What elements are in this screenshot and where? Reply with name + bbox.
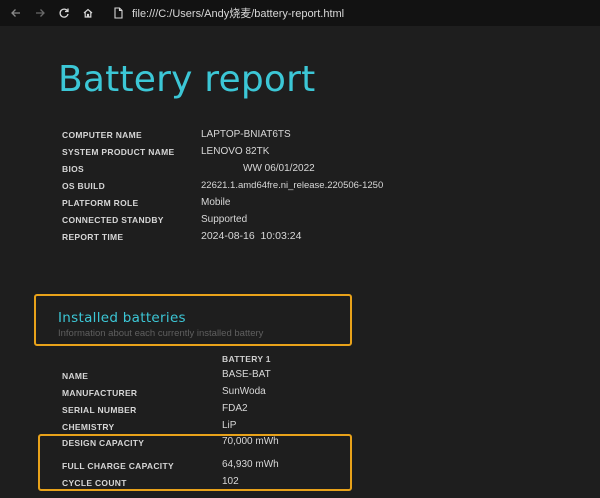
- section-title-installed-batteries: Installed batteries: [58, 310, 186, 326]
- home-icon: [83, 8, 93, 18]
- report-page: Battery report COMPUTER NAME LAPTOP-BNIA…: [0, 26, 600, 498]
- value-cycle-count: 102: [222, 476, 239, 487]
- address-bar[interactable]: file:///C:/Users/Andy烧麦/battery-report.h…: [132, 5, 344, 21]
- forward-arrow-icon: [36, 9, 45, 17]
- value-name: BASE-BAT: [222, 369, 271, 380]
- value-full-charge-capacity: 64,930 mWh: [222, 459, 279, 470]
- value-system-product-name: LENOVO 82TK: [201, 146, 270, 157]
- label-connected-standby: CONNECTED STANDBY: [62, 215, 164, 225]
- value-manufacturer: SunWoda: [222, 386, 266, 397]
- value-computer-name: LAPTOP-BNIAT6TS: [201, 129, 291, 140]
- value-connected-standby: Supported: [201, 214, 248, 225]
- label-serial-number: SERIAL NUMBER: [62, 405, 137, 415]
- reload-icon: [59, 8, 69, 18]
- label-cycle-count: CYCLE COUNT: [62, 478, 127, 488]
- label-os-build: OS BUILD: [62, 181, 106, 191]
- label-report-time: REPORT TIME: [62, 232, 124, 242]
- back-arrow-icon: [11, 9, 20, 17]
- label-platform-role: PLATFORM ROLE: [62, 198, 139, 208]
- label-name: NAME: [62, 371, 89, 381]
- label-manufacturer: MANUFACTURER: [62, 388, 138, 398]
- file-icon: [113, 7, 123, 19]
- back-button[interactable]: [4, 1, 28, 25]
- label-bios: BIOS: [62, 164, 84, 174]
- value-report-time: 2024-08-16 10:03:24: [201, 230, 302, 242]
- reload-button[interactable]: [52, 1, 76, 25]
- value-os-build: 22621.1.amd64fre.ni_release.220506-1250: [201, 180, 384, 191]
- page-title: Battery report: [58, 59, 316, 100]
- label-computer-name: COMPUTER NAME: [62, 130, 142, 140]
- battery-column-header: BATTERY 1: [222, 354, 271, 364]
- value-bios: WW 06/01/2022: [243, 163, 315, 174]
- value-serial-number: FDA2: [222, 403, 248, 414]
- label-full-charge-capacity: FULL CHARGE CAPACITY: [62, 461, 174, 471]
- value-platform-role: Mobile: [201, 197, 231, 208]
- page-info-button[interactable]: [106, 1, 130, 25]
- browser-toolbar: file:///C:/Users/Andy烧麦/battery-report.h…: [0, 0, 600, 26]
- section-subtitle: Information about each currently install…: [58, 328, 264, 339]
- label-design-capacity: DESIGN CAPACITY: [62, 438, 145, 448]
- value-design-capacity: 70,000 mWh: [222, 436, 279, 447]
- label-system-product-name: SYSTEM PRODUCT NAME: [62, 147, 175, 157]
- value-chemistry: LiP: [222, 420, 237, 431]
- forward-button[interactable]: [28, 1, 52, 25]
- label-chemistry: CHEMISTRY: [62, 422, 115, 432]
- home-button[interactable]: [76, 1, 100, 25]
